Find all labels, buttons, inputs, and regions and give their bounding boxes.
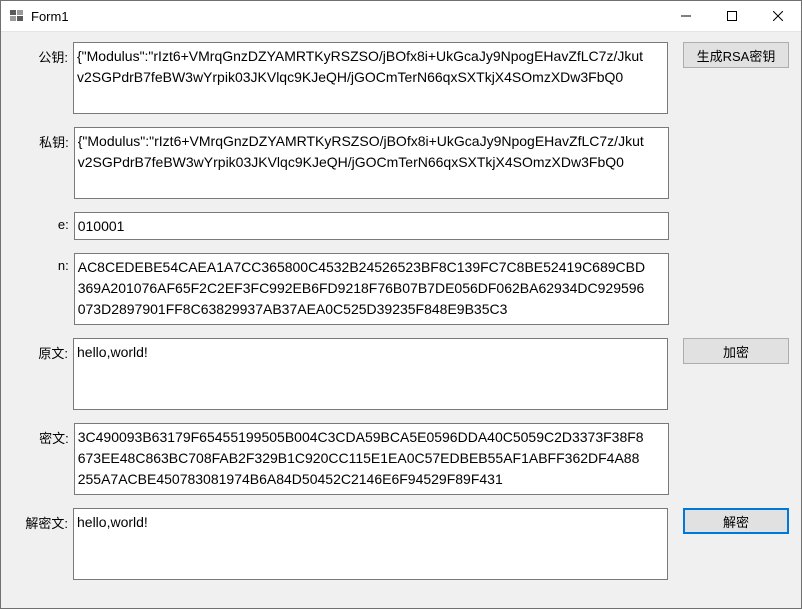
private-key-input[interactable] [74, 127, 669, 199]
app-icon [9, 8, 25, 24]
public-key-input[interactable] [73, 42, 668, 114]
ciphertext-input[interactable] [74, 423, 669, 495]
n-input[interactable] [74, 253, 669, 325]
decrypt-button[interactable]: 解密 [683, 508, 789, 534]
e-input[interactable] [74, 212, 669, 240]
ciphertext-label: 密文: [31, 423, 69, 447]
private-key-label: 私钥: [31, 127, 69, 151]
window: Form1 公钥: 生成RSA密钥 私钥: [0, 0, 802, 609]
maximize-button[interactable] [709, 1, 755, 31]
titlebar: Form1 [1, 1, 801, 32]
minimize-button[interactable] [663, 1, 709, 31]
decrypted-input[interactable] [73, 508, 668, 580]
encrypt-button[interactable]: 加密 [683, 338, 789, 364]
window-controls [663, 1, 801, 31]
e-label: e: [31, 212, 69, 232]
decrypted-label: 解密文: [24, 508, 68, 532]
window-title: Form1 [31, 9, 663, 24]
generate-rsa-button[interactable]: 生成RSA密钥 [683, 42, 789, 68]
client-area: 公钥: 生成RSA密钥 私钥: e: n: [1, 32, 801, 608]
n-label: n: [31, 253, 69, 273]
close-button[interactable] [755, 1, 801, 31]
public-key-label: 公钥: [31, 42, 68, 66]
plaintext-input[interactable] [73, 338, 668, 410]
plaintext-label: 原文: [31, 338, 68, 362]
